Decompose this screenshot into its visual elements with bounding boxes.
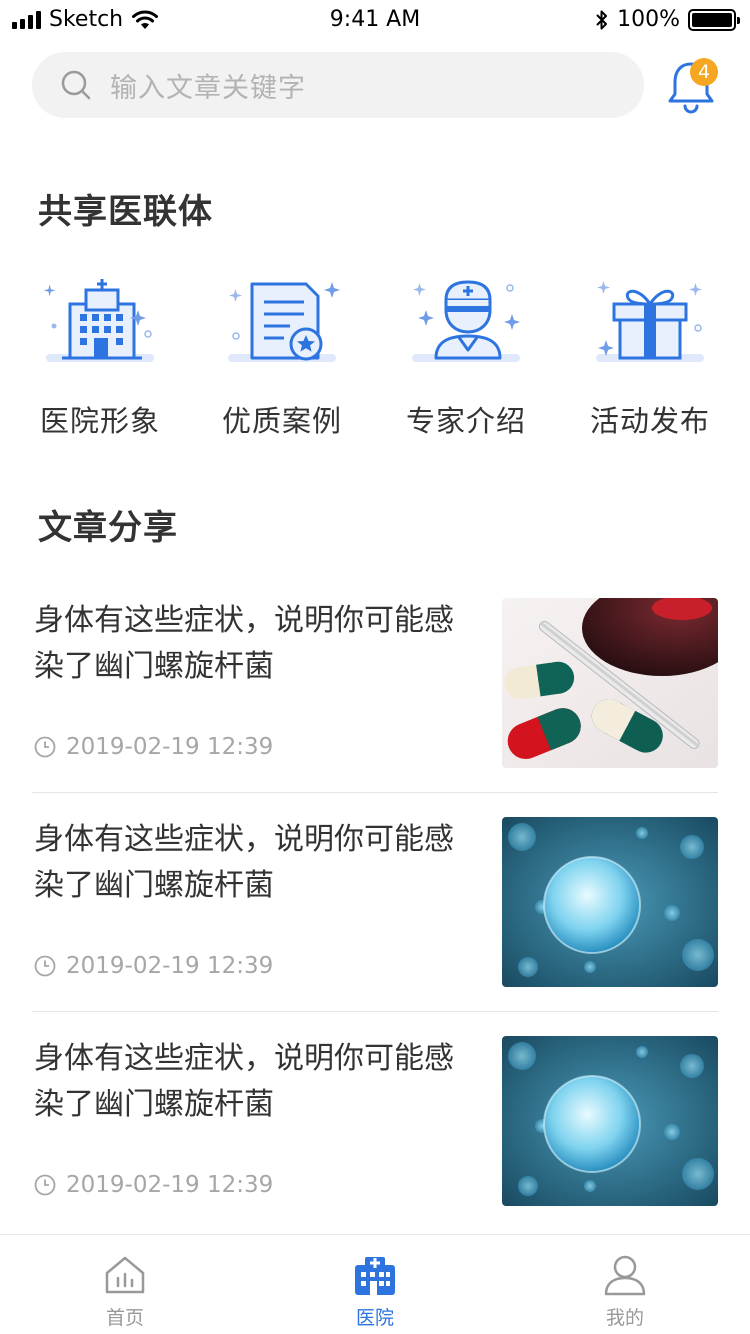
article-meta: 2019-02-19 12:39: [34, 953, 273, 979]
pills-thermometer-image: [502, 598, 718, 768]
section-title-consortium: 共享医联体: [38, 192, 213, 232]
tab-hospital[interactable]: 医院: [315, 1253, 435, 1330]
category-label: 活动发布: [589, 404, 710, 438]
tab-label: 我的: [605, 1307, 644, 1329]
article-thumbnail: [502, 817, 718, 987]
article-time: 2019-02-19 12:39: [66, 734, 274, 760]
clock-icon: [34, 955, 56, 977]
article-time: 2019-02-19 12:39: [66, 953, 274, 979]
article-meta: 2019-02-19 12:39: [34, 1172, 273, 1198]
category-experts[interactable]: 专家介绍: [386, 276, 546, 440]
gift-icon: [596, 281, 704, 362]
category-label: 医院形象: [39, 404, 160, 438]
battery-percent: 100%: [617, 7, 680, 32]
article-title: 身体有这些症状，说明你可能感染了幽门螺旋杆菌: [34, 603, 454, 684]
notification-badge: 4: [690, 58, 718, 86]
article-item[interactable]: 身体有这些症状，说明你可能感染了幽门螺旋杆菌 2019-02-19 12:39: [32, 1036, 718, 1255]
category-quality-cases[interactable]: 优质案例: [202, 276, 362, 440]
article-thumbnail: [502, 1036, 718, 1206]
home-chart-icon: [105, 1256, 145, 1294]
person-icon: [604, 1255, 646, 1296]
tab-label: 医院: [355, 1307, 394, 1329]
document-star-icon: [228, 282, 340, 362]
article-item[interactable]: 身体有这些症状，说明你可能感染了幽门螺旋杆菌 2019-02-19 12:39: [32, 598, 718, 817]
category-events[interactable]: 活动发布: [570, 276, 730, 440]
tab-profile[interactable]: 我的: [565, 1253, 685, 1330]
bluetooth-icon: [596, 10, 608, 29]
hospital-building-icon: [43, 279, 154, 362]
doctor-icon: [412, 280, 520, 362]
tab-bar: 首页 医院 我的: [0, 1234, 750, 1334]
section-title-articles: 文章分享: [38, 508, 178, 548]
article-title: 身体有这些症状，说明你可能感染了幽门螺旋杆菌: [34, 1041, 454, 1122]
tab-label: 首页: [105, 1307, 144, 1329]
article-title: 身体有这些症状，说明你可能感染了幽门螺旋杆菌: [34, 822, 454, 903]
battery-icon: [688, 8, 740, 31]
category-label: 专家介绍: [405, 404, 526, 438]
article-time: 2019-02-19 12:39: [66, 1172, 274, 1198]
clock-icon: [34, 1174, 56, 1196]
search-icon: [61, 70, 91, 100]
tab-home[interactable]: 首页: [65, 1253, 185, 1330]
search-placeholder: 输入文章关键字: [110, 72, 306, 104]
hospital-icon: [355, 1257, 395, 1295]
search-input[interactable]: 输入文章关键字: [32, 52, 644, 118]
status-bar: Sketch 9:41 AM 100%: [0, 0, 750, 40]
bacteria-cell-image: [502, 817, 718, 987]
category-label: 优质案例: [221, 404, 342, 438]
clock-icon: [34, 736, 56, 758]
article-thumbnail: [502, 598, 718, 768]
bacteria-cell-image: [502, 1036, 718, 1206]
divider: [32, 1011, 718, 1012]
article-meta: 2019-02-19 12:39: [34, 734, 273, 760]
article-item[interactable]: 身体有这些症状，说明你可能感染了幽门螺旋杆菌 2019-02-19 12:39: [32, 817, 718, 1036]
category-hospital-image[interactable]: 医院形象: [20, 276, 180, 440]
divider: [32, 792, 718, 793]
status-right: 100%: [595, 7, 740, 32]
